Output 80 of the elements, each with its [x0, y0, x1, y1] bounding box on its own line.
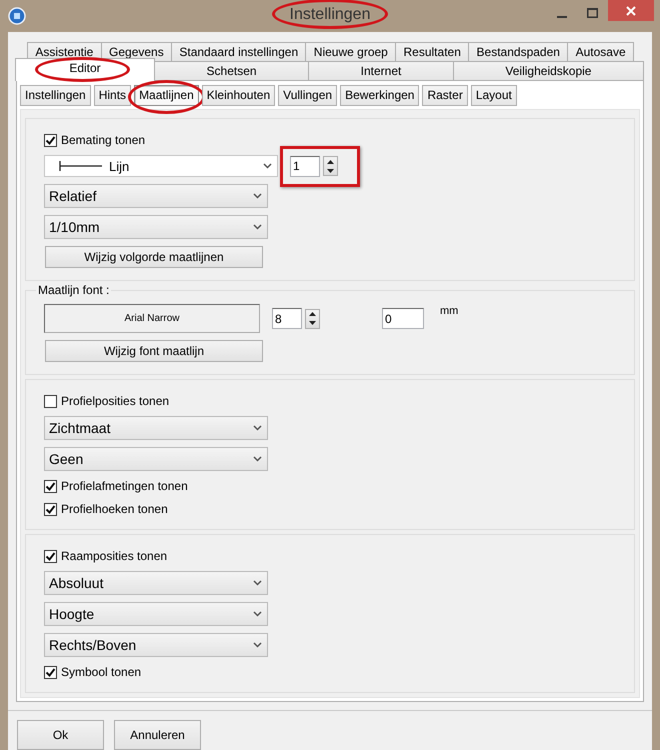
- checkbox-label: Profielposities tonen: [61, 394, 170, 408]
- checkbox[interactable]: [44, 134, 57, 146]
- tab[interactable]: Maatlijnen: [134, 85, 199, 106]
- check-icon: [45, 504, 56, 514]
- tab[interactable]: Vullingen: [278, 85, 338, 106]
- button[interactable]: Annuleren: [114, 720, 201, 750]
- chevron-icon: [253, 580, 262, 586]
- checkbox[interactable]: [44, 394, 57, 408]
- check-icon: [45, 480, 56, 492]
- checkbox-label: Profielhoeken tonen: [61, 502, 168, 516]
- minimize-icon: [557, 16, 567, 18]
- dropdown-value: Relatief: [49, 188, 98, 204]
- tab[interactable]: Autosave: [567, 42, 634, 61]
- line-style-icon: [59, 159, 103, 173]
- chevron-icon: [253, 611, 262, 617]
- tab[interactable]: Raster: [422, 85, 468, 106]
- group-label: Maatlijn font :: [36, 283, 112, 297]
- checkbox[interactable]: [44, 666, 57, 678]
- check-icon: [45, 666, 56, 678]
- spin-buttons[interactable]: [323, 156, 338, 176]
- dropdown-value: Zichtmaat: [49, 420, 112, 436]
- chevron-icon: [253, 425, 262, 431]
- dropdown[interactable]: Geen: [44, 447, 268, 471]
- tab[interactable]: Resultaten: [395, 42, 470, 61]
- chevron-icon: [253, 224, 262, 230]
- check-icon: [45, 550, 56, 562]
- tab[interactable]: Kleinhouten: [202, 85, 276, 106]
- spin-buttons[interactable]: [305, 308, 320, 328]
- dropdown[interactable]: 1/10mm: [44, 215, 268, 239]
- dropdown[interactable]: Absoluut: [44, 571, 268, 595]
- chevron-icon: [253, 642, 262, 648]
- chevron-icon: [253, 193, 262, 199]
- dropdown-value: Geen: [49, 451, 84, 467]
- line-style-dropdown[interactable]: Lijn: [44, 155, 278, 177]
- dropdown-value: Hoogte: [49, 606, 96, 622]
- tab[interactable]: Hints: [94, 85, 132, 106]
- tab[interactable]: Veiligheidskopie: [452, 61, 644, 80]
- tab[interactable]: Internet: [308, 61, 454, 80]
- number-field[interactable]: 1: [290, 156, 320, 176]
- font-preview[interactable]: Arial Narrow: [44, 304, 260, 333]
- checkbox-label: Symbool tonen: [61, 665, 142, 679]
- close-button[interactable]: [608, 0, 654, 21]
- offset-field[interactable]: 0: [382, 308, 424, 329]
- chevron-icon: [253, 456, 262, 462]
- dropdown[interactable]: Relatief: [44, 184, 268, 208]
- dropdown[interactable]: Zichtmaat: [44, 416, 268, 440]
- tab[interactable]: Bewerkingen: [340, 85, 420, 106]
- checkbox[interactable]: [44, 502, 57, 516]
- dropdown-value: Lijn: [109, 158, 130, 174]
- up-arrow-icon: [309, 312, 316, 316]
- checkbox-label: Raamposities tonen: [61, 549, 168, 563]
- tab[interactable]: Standaard instellingen: [171, 42, 306, 61]
- dropdown-value: 1/10mm: [49, 219, 101, 235]
- number-field[interactable]: 8: [272, 308, 302, 329]
- down-arrow-icon: [327, 168, 334, 172]
- button[interactable]: Wijzig font maatlijn: [45, 340, 263, 362]
- button[interactable]: Ok: [17, 720, 104, 750]
- tab[interactable]: Layout: [470, 85, 517, 106]
- tab[interactable]: Bestandspaden: [468, 42, 568, 61]
- tab[interactable]: Instellingen: [20, 85, 91, 106]
- check-icon: [45, 134, 56, 146]
- window-title: Instellingen: [290, 5, 370, 25]
- checkbox[interactable]: [44, 550, 57, 562]
- up-arrow-icon: [327, 160, 334, 164]
- tab[interactable]: Nieuwe groep: [305, 42, 396, 61]
- checkbox-label: Bemating tonen: [61, 133, 146, 147]
- app-icon: [8, 7, 26, 25]
- chevron-icon: [263, 163, 272, 169]
- dropdown[interactable]: Rechts/Boven: [44, 633, 268, 657]
- tab[interactable]: Schetsen: [154, 61, 310, 80]
- dropdown[interactable]: Hoogte: [44, 602, 268, 626]
- dropdown-value: Absoluut: [49, 575, 104, 591]
- unit-label: mm: [440, 305, 458, 317]
- checkbox[interactable]: [44, 480, 57, 492]
- checkbox-label: Profielafmetingen tonen: [61, 479, 188, 493]
- close-icon: [625, 4, 637, 16]
- button[interactable]: Wijzig volgorde maatlijnen: [45, 246, 263, 268]
- dropdown-value: Rechts/Boven: [49, 637, 138, 653]
- maximize-icon: [587, 8, 598, 18]
- down-arrow-icon: [309, 321, 316, 325]
